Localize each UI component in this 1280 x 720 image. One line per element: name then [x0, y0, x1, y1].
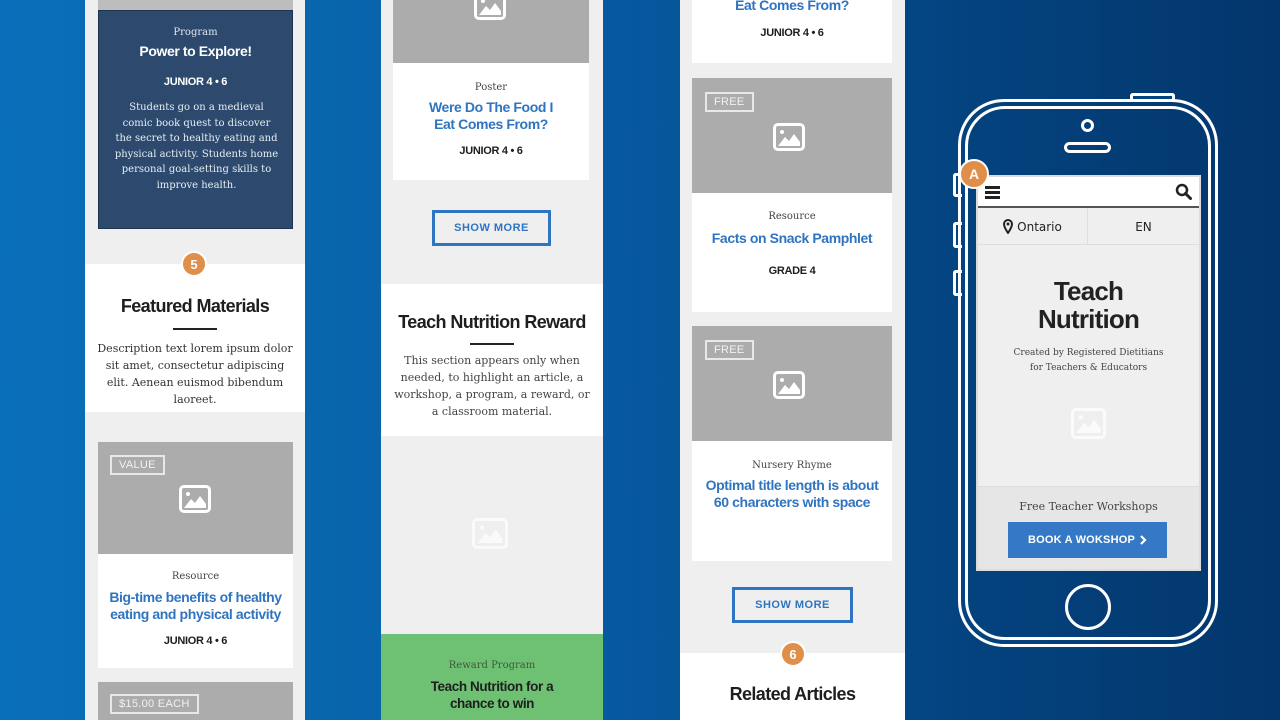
title-divider: [173, 328, 217, 330]
free-tag: FREE: [705, 340, 754, 360]
reward-banner-title[interactable]: Teach Nutrition for a chance to win: [421, 678, 563, 712]
nursery-rhyme-card[interactable]: Nursery Rhyme Optimal title length is ab…: [692, 441, 892, 561]
hero-title-line1: Teach: [1053, 276, 1124, 306]
reward-description: This section appears only when needed, t…: [394, 354, 590, 418]
free-tag: FREE: [705, 92, 754, 112]
book-workshop-label: BOOK A WOKSHOP: [1027, 534, 1136, 546]
hero-title-line2: Nutrition: [1037, 304, 1140, 334]
reward-banner[interactable]: Reward Program Teach Nutrition for a cha…: [381, 634, 603, 720]
card-image-placeholder: $15.00 EACH: [98, 682, 293, 720]
book-workshop-button[interactable]: BOOK A WOKSHOP: [1008, 522, 1167, 558]
column-2: Poster Were Do The Food I Eat Comes From…: [381, 0, 603, 720]
card-title[interactable]: Optimal title length is about 60 charact…: [704, 477, 880, 511]
hero-subtitle-line2: for Teachers & Educators: [1029, 363, 1148, 373]
resource-card[interactable]: Resource Big-time benefits of healthy ea…: [98, 554, 293, 668]
section-badge-a: A: [959, 159, 989, 189]
resource-card[interactable]: Resource Facts on Snack Pamphlet GRADE 4: [692, 193, 892, 312]
section-badge-5: 5: [181, 251, 207, 277]
program-title: Power to Explore!: [139, 43, 252, 59]
reward-kicker: Reward Program: [448, 660, 536, 671]
phone-speaker: [1064, 142, 1111, 153]
card-image-placeholder: VALUE: [98, 442, 293, 554]
card-kicker: Poster: [474, 82, 508, 93]
mobile-header: [978, 177, 1199, 208]
featured-description: Description text lorem ipsum dolor sit a…: [97, 342, 293, 406]
image-icon: [773, 371, 805, 399]
chevron-right-icon: [1140, 535, 1147, 545]
price-tag: $15.00 EACH: [110, 694, 199, 714]
program-kicker: Program: [173, 27, 218, 38]
workshop-section: Free Teacher Workshops BOOK A WOKSHOP: [978, 486, 1199, 569]
card-image-placeholder: FREE: [692, 326, 892, 441]
hero-subtitle-line1: Created by Registered Dietitians: [1013, 348, 1164, 358]
card-title[interactable]: Eat Comes From?: [692, 0, 892, 14]
column-1: Program Power to Explore! JUNIOR 4 • 6 S…: [85, 0, 305, 720]
image-icon: [773, 123, 805, 151]
show-more-button[interactable]: SHOW MORE: [732, 587, 853, 623]
card-image-placeholder: [393, 0, 589, 63]
program-card[interactable]: Program Power to Explore! JUNIOR 4 • 6 S…: [98, 10, 293, 229]
phone-home-button: [1065, 584, 1111, 630]
reward-image-placeholder: [381, 436, 603, 634]
reward-section: Teach Nutrition Reward This section appe…: [381, 284, 603, 436]
section-badge-6: 6: [780, 641, 806, 667]
hamburger-menu-icon[interactable]: [985, 186, 1000, 199]
image-icon: [1071, 408, 1106, 439]
featured-section: Featured Materials Description text lore…: [85, 264, 305, 412]
card-title[interactable]: Facts on Snack Pamphlet: [692, 230, 892, 247]
poster-card-continued[interactable]: Eat Comes From? JUNIOR 4 • 6: [692, 0, 892, 63]
title-divider: [470, 343, 514, 345]
card-image-placeholder: FREE: [692, 78, 892, 193]
featured-title: Featured Materials: [120, 296, 270, 316]
language-selector[interactable]: EN: [1088, 208, 1199, 245]
program-grade: JUNIOR 4 • 6: [163, 76, 228, 88]
program-description: Students go on a medieval comic book que…: [114, 102, 279, 191]
card-kicker: Nursery Rhyme: [752, 460, 832, 471]
poster-card[interactable]: Poster Were Do The Food I Eat Comes From…: [393, 63, 589, 180]
card-kicker: Resource: [768, 211, 816, 222]
value-tag: VALUE: [110, 455, 165, 475]
card-kicker: Resource: [171, 571, 220, 582]
card-grade: GRADE 4: [768, 265, 816, 277]
show-more-button[interactable]: SHOW MORE: [432, 210, 551, 246]
reward-title: Teach Nutrition Reward: [398, 312, 586, 332]
card-grade: JUNIOR 4 • 6: [163, 635, 228, 647]
map-pin-icon: [1003, 219, 1014, 234]
card-title[interactable]: Big-time benefits of healthy eating and …: [106, 589, 285, 623]
location-selector[interactable]: Ontario: [978, 208, 1088, 245]
image-icon: [474, 0, 506, 20]
phone-screen: Ontario EN Teach Nutrition Created by Re…: [976, 175, 1201, 571]
image-icon: [179, 485, 211, 513]
search-icon[interactable]: [1175, 183, 1192, 200]
workshops-label: Free Teacher Workshops: [1019, 500, 1158, 513]
hero-title: Teach Nutrition: [978, 277, 1199, 333]
phone-camera: [1081, 119, 1094, 132]
card-grade: JUNIOR 4 • 6: [760, 27, 824, 39]
column-3: Eat Comes From? JUNIOR 4 • 6 FREE Resour…: [680, 0, 905, 720]
location-label: Ontario: [1017, 219, 1062, 234]
image-placeholder-top: [98, 0, 293, 10]
related-title: Related Articles: [729, 684, 856, 704]
card-title[interactable]: Were Do The Food I Eat Comes From?: [423, 99, 559, 133]
hero-subtitle: Created by Registered Dietitians for Tea…: [978, 346, 1199, 376]
locale-bar: Ontario EN: [978, 208, 1199, 245]
image-icon: [472, 518, 508, 549]
card-grade: JUNIOR 4 • 6: [459, 145, 523, 157]
